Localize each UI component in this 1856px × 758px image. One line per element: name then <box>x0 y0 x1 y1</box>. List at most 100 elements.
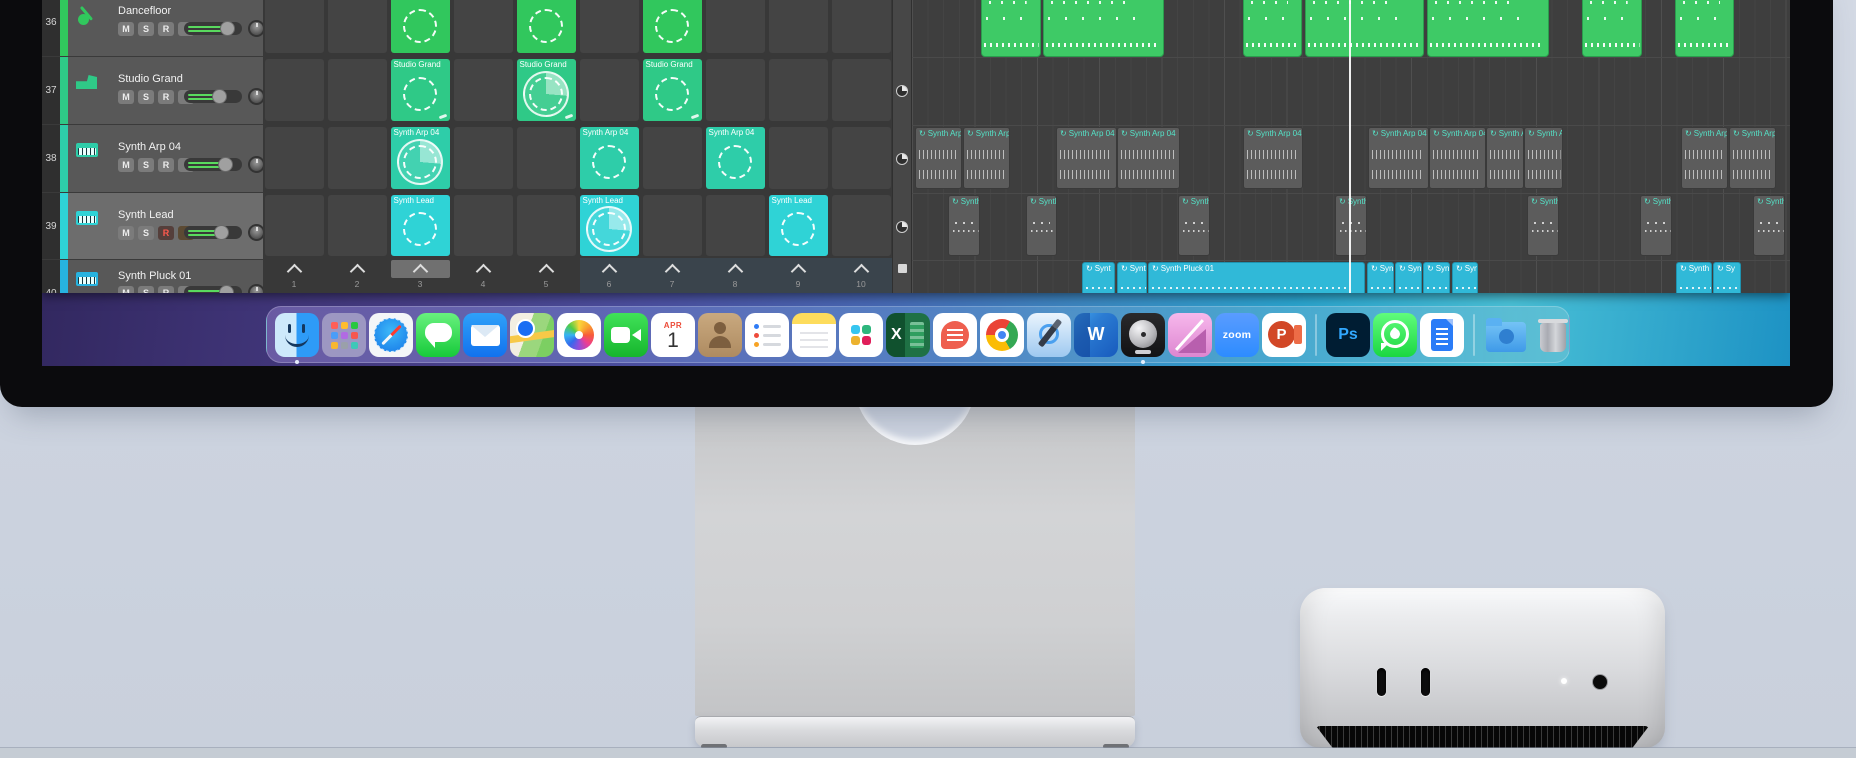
row-play-indicator[interactable] <box>896 220 908 233</box>
solo-button[interactable]: S <box>138 226 154 240</box>
mute-button[interactable]: M <box>118 22 134 36</box>
region-loop[interactable]: ↻Synt <box>1117 262 1147 293</box>
reminders-dock-icon[interactable] <box>745 312 789 357</box>
grid-empty-cell[interactable] <box>264 195 324 256</box>
messages-dock-icon[interactable] <box>416 312 460 357</box>
track-header-synth-lead[interactable]: 39 Synth Lead MSRI <box>42 193 265 260</box>
row-play-indicator[interactable] <box>896 153 908 165</box>
region-midi[interactable] <box>1582 0 1642 57</box>
mute-button[interactable]: M <box>118 158 134 172</box>
region-loop[interactable]: ↻Synt <box>1082 262 1115 293</box>
row-play-indicator[interactable] <box>896 85 908 97</box>
region-midi[interactable] <box>981 0 1041 57</box>
region-pattern[interactable]: ↻Synth <box>1335 195 1367 256</box>
photoshop-dock-icon[interactable]: Ps <box>1326 312 1370 357</box>
loop-cell[interactable]: Synth Arp 04 <box>579 127 639 189</box>
grid-empty-cell[interactable] <box>327 59 387 121</box>
region-pattern[interactable]: ↻Synth <box>1178 195 1210 256</box>
region-pattern[interactable]: ↻Synth <box>1026 195 1057 256</box>
loop-cell-playing[interactable]: Synth Lead <box>579 195 639 256</box>
region-audio[interactable]: ↻Synth Arp 04 <box>915 127 962 189</box>
grid-empty-cell[interactable] <box>768 127 828 189</box>
volume-thumb[interactable] <box>220 21 235 36</box>
region-pattern[interactable]: ↻Synth <box>1753 195 1785 256</box>
google-docs-dock-icon[interactable] <box>1420 312 1464 357</box>
grid-empty-cell[interactable] <box>453 59 513 121</box>
loop-cell[interactable] <box>516 0 576 53</box>
excel-dock-icon[interactable]: X <box>886 312 930 357</box>
region-midi[interactable] <box>1675 0 1734 57</box>
grid-empty-cell[interactable] <box>453 127 513 189</box>
grid-empty-cell[interactable] <box>768 59 828 121</box>
region-audio[interactable]: ↻Synth Arp 04 <box>1117 127 1180 189</box>
region-midi[interactable] <box>1243 0 1302 57</box>
volume-thumb[interactable] <box>212 89 227 104</box>
scene-trigger-5[interactable] <box>517 260 576 280</box>
scene-trigger-6[interactable] <box>580 260 639 280</box>
mute-button[interactable]: M <box>118 286 134 293</box>
region-pattern[interactable]: ↻Synth <box>1640 195 1672 256</box>
loop-cell[interactable] <box>642 0 702 53</box>
region-midi[interactable] <box>1427 0 1549 57</box>
region-audio[interactable]: ↻Synth Arp 04 <box>1524 127 1563 189</box>
volume-slider[interactable] <box>184 157 242 172</box>
region-audio[interactable]: ↻Synth Arp 04 <box>1681 127 1728 189</box>
loop-cell[interactable]: Synth Arp 04 <box>705 127 765 189</box>
contacts-dock-icon[interactable] <box>698 312 742 357</box>
volume-thumb[interactable] <box>218 157 233 172</box>
mute-button[interactable]: M <box>118 90 134 104</box>
solo-button[interactable]: S <box>138 286 154 293</box>
mail-dock-icon[interactable] <box>463 312 507 357</box>
grid-empty-cell[interactable] <box>327 127 387 189</box>
scene-trigger-3[interactable] <box>390 260 450 280</box>
region-audio[interactable]: ↻Synth Arp 04 <box>1729 127 1776 189</box>
loop-cell[interactable]: Synth Lead <box>768 195 828 256</box>
volume-slider[interactable] <box>184 89 242 104</box>
grid-empty-cell[interactable] <box>327 195 387 256</box>
region-audio[interactable]: ↻Synth Arp 04 <box>1243 127 1303 189</box>
chrome-dock-icon[interactable] <box>980 312 1024 357</box>
track-header-synth-pluck-01[interactable]: 40 Synth Pluck 01 MSRI <box>42 260 265 293</box>
safari-dock-icon[interactable] <box>369 312 413 357</box>
volume-thumb[interactable] <box>214 225 229 240</box>
scene-trigger-2[interactable] <box>328 260 387 280</box>
region-audio[interactable]: ↻Synth Arp 04 <box>1429 127 1486 189</box>
notes-dock-icon[interactable] <box>792 312 836 357</box>
track-header-dancefloor[interactable]: 36 Dancefloor MSRI <box>42 0 265 57</box>
track-header-synth-arp-04[interactable]: 38 Synth Arp 04 MSRI <box>42 125 265 193</box>
loop-cell[interactable]: Synth Lead <box>390 195 450 256</box>
loop-cell[interactable] <box>390 0 450 53</box>
trash-dock-icon[interactable] <box>1531 313 1575 357</box>
solo-button[interactable]: S <box>138 22 154 36</box>
volume-slider[interactable] <box>184 21 242 36</box>
record-button[interactable]: R <box>158 226 174 240</box>
record-button[interactable]: R <box>158 158 174 172</box>
facetime-dock-icon[interactable] <box>604 312 648 357</box>
scene-trigger-4[interactable] <box>454 260 513 280</box>
finder-dock-icon[interactable] <box>275 312 319 364</box>
grid-empty-cell[interactable] <box>831 127 891 189</box>
grid-empty-cell[interactable] <box>264 0 324 53</box>
zoom-dock-icon[interactable]: zoom <box>1215 312 1259 357</box>
track-header-studio-grand[interactable]: 37 Studio Grand MSRI <box>42 57 265 125</box>
loop-cell[interactable]: Studio Grand <box>390 59 450 121</box>
region-midi[interactable] <box>1043 0 1164 57</box>
scene-trigger-1[interactable] <box>265 260 324 280</box>
grid-empty-cell[interactable] <box>264 127 324 189</box>
region-loop[interactable]: ↻ Synth Pluck 01 <box>1148 262 1365 293</box>
region-audio[interactable]: ↻Synth Arp 04 <box>1486 127 1524 189</box>
quip-dock-icon[interactable] <box>933 312 977 357</box>
grid-empty-cell[interactable] <box>453 0 513 53</box>
grid-empty-cell[interactable] <box>327 0 387 53</box>
playhead[interactable] <box>1349 0 1351 293</box>
region-pattern[interactable]: ↻Synth <box>1527 195 1559 256</box>
solo-button[interactable]: S <box>138 158 154 172</box>
grid-empty-cell[interactable] <box>516 127 576 189</box>
region-loop[interactable]: ↻ Synth <box>1676 262 1712 293</box>
grid-empty-cell[interactable] <box>642 195 702 256</box>
region-pattern[interactable]: ↻Synth <box>948 195 980 256</box>
scene-trigger-7[interactable] <box>643 260 702 280</box>
scene-stop-icon[interactable] <box>898 264 907 273</box>
region-loop[interactable]: ↻Synt <box>1395 262 1422 293</box>
xcode-dock-icon[interactable] <box>1027 312 1071 357</box>
